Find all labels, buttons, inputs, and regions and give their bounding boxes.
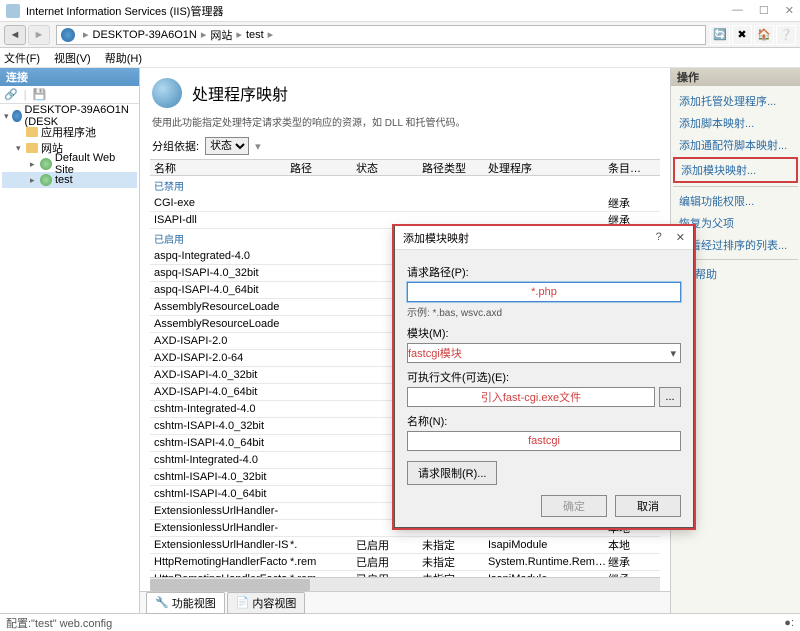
table-row[interactable]: ExtensionlessUrlHandler-IS*.已启用 未指定Isapi… <box>150 537 660 554</box>
connections-tree: ▾ DESKTOP-39A6O1N (DESK 应用程序池 ▾ 网站 ▸ Def… <box>0 104 139 192</box>
dialog-title-bar: 添加模块映射 ? ✕ <box>395 226 693 250</box>
server-icon <box>61 28 75 42</box>
minimize-button[interactable]: — <box>732 4 743 17</box>
request-path-label: 请求路径(P): <box>407 264 681 280</box>
handler-mapping-icon <box>152 78 182 108</box>
section-disabled[interactable]: 已禁用 <box>150 176 660 195</box>
status-bar: 配置:"test" web.config ●: <box>0 613 800 631</box>
refresh-button[interactable]: 🔄 <box>710 25 730 45</box>
module-label: 模块(M): <box>407 325 681 341</box>
action-link[interactable]: 添加托管处理程序... <box>673 90 798 112</box>
breadcrumb-sites[interactable]: 网站 <box>210 27 232 43</box>
center-panel: 处理程序映射 使用此功能指定处理特定请求类型的响应的资源，如 DLL 和托管代码… <box>140 68 670 613</box>
view-tabs: 🔧功能视图 📄内容视图 <box>140 591 670 613</box>
window-title-bar: Internet Information Services (IIS)管理器 —… <box>0 0 800 22</box>
ok-button[interactable]: 确定 <box>541 495 607 517</box>
breadcrumb-host[interactable]: DESKTOP-39A6O1N <box>93 29 197 41</box>
iis-icon <box>6 4 20 18</box>
name-input[interactable] <box>407 431 681 451</box>
action-link[interactable]: 编辑功能权限... <box>673 190 798 212</box>
executable-label: 可执行文件(可选)(E): <box>407 369 681 385</box>
status-config: 配置:"test" web.config <box>6 615 112 631</box>
table-row[interactable]: CGI-exe 继承 <box>150 195 660 212</box>
action-link[interactable]: 添加模块映射... <box>673 157 798 183</box>
action-link[interactable]: 添加脚本映射... <box>673 112 798 134</box>
breadcrumb-site[interactable]: test <box>246 29 264 41</box>
tree-default-site[interactable]: ▸ Default Web Site <box>2 156 137 172</box>
folder-icon <box>26 127 38 137</box>
name-label: 名称(N): <box>407 413 681 429</box>
tab-features[interactable]: 🔧功能视图 <box>146 592 225 614</box>
close-button[interactable]: ✕ <box>785 4 794 17</box>
menu-file[interactable]: 文件(F) <box>4 50 40 66</box>
cancel-button[interactable]: 取消 <box>615 495 681 517</box>
connections-header: 连接 <box>0 68 139 86</box>
nav-forward-button[interactable]: ► <box>28 25 50 45</box>
menu-bar: 文件(F) 视图(V) 帮助(H) <box>0 48 800 68</box>
chevron-down-icon: ▾ <box>666 347 680 360</box>
tree-host[interactable]: ▾ DESKTOP-39A6O1N (DESK <box>2 108 137 124</box>
maximize-button[interactable]: ☐ <box>759 4 769 17</box>
dialog-close-button[interactable]: ✕ <box>676 231 685 244</box>
tree-connect-icon[interactable]: 🔗 <box>4 88 18 101</box>
server-icon <box>12 110 22 122</box>
menu-help[interactable]: 帮助(H) <box>105 50 142 66</box>
module-select[interactable]: fastcgi模块 ▾ <box>407 343 681 363</box>
executable-input[interactable] <box>407 387 655 407</box>
dialog-title: 添加模块映射 <box>403 230 469 246</box>
page-desc: 使用此功能指定处理特定请求类型的响应的资源，如 DLL 和托管代码。 <box>140 114 670 135</box>
horizontal-scrollbar[interactable] <box>150 577 660 591</box>
status-right: ●: <box>784 617 794 629</box>
dialog-help-button[interactable]: ? <box>656 231 662 244</box>
site-icon <box>40 174 52 186</box>
stop-button[interactable]: ✖ <box>732 25 752 45</box>
nav-back-button[interactable]: ◄ <box>4 25 26 45</box>
actions-header: 操作 <box>671 68 800 86</box>
grid-header[interactable]: 名称 路径 状态 路径类型 处理程序 条目类型 <box>150 159 660 176</box>
group-label: 分组依据: <box>152 138 199 154</box>
tree-save-icon[interactable]: 💾 <box>33 88 47 101</box>
action-link[interactable]: 添加通配符脚本映射... <box>673 134 798 156</box>
group-select[interactable]: 状态 <box>205 137 249 155</box>
help-button[interactable]: ❔ <box>776 25 796 45</box>
folder-icon <box>26 143 38 153</box>
table-row[interactable]: HttpRemotingHandlerFacto*.rem已启用 未指定Syst… <box>150 554 660 571</box>
home-button[interactable]: 🏠 <box>754 25 774 45</box>
page-title: 处理程序映射 <box>192 81 288 105</box>
browse-button[interactable]: ... <box>659 387 681 407</box>
add-module-mapping-dialog: 添加模块映射 ? ✕ 请求路径(P): 示例: *.bas, wsvc.axd … <box>394 226 694 528</box>
breadcrumb[interactable]: ▸ DESKTOP-39A6O1N ▸ 网站 ▸ test ▸ <box>56 25 706 45</box>
request-path-input[interactable] <box>407 282 681 302</box>
request-restrictions-button[interactable]: 请求限制(R)... <box>407 461 497 485</box>
request-path-hint: 示例: *.bas, wsvc.axd <box>407 304 681 319</box>
menu-view[interactable]: 视图(V) <box>54 50 91 66</box>
nav-bar: ◄ ► ▸ DESKTOP-39A6O1N ▸ 网站 ▸ test ▸ 🔄 ✖ … <box>0 22 800 48</box>
tab-content[interactable]: 📄内容视图 <box>227 592 306 614</box>
connections-panel: 连接 🔗 | 💾 ▾ DESKTOP-39A6O1N (DESK 应用程序池 ▾… <box>0 68 140 613</box>
site-icon <box>40 158 52 170</box>
window-title: Internet Information Services (IIS)管理器 <box>26 3 223 19</box>
